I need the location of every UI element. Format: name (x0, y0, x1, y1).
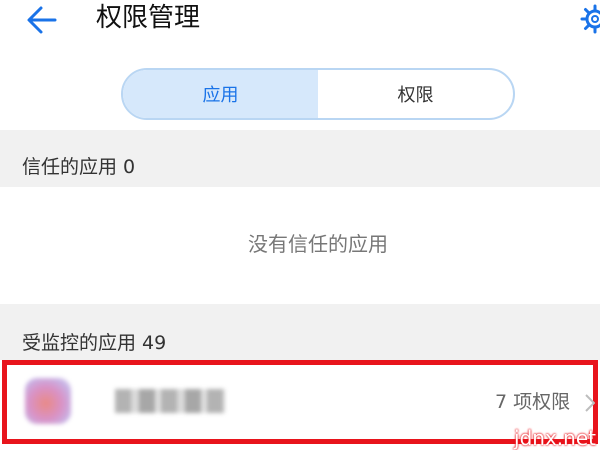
view-segmented-control: 应用 权限 (121, 68, 515, 120)
tab-permissions[interactable]: 权限 (318, 70, 513, 118)
permission-count: 7 项权限 (495, 391, 571, 413)
trusted-apps-label: 信任的应用 0 (22, 156, 136, 178)
app-header: 权限管理 (0, 0, 600, 50)
page-title: 权限管理 (96, 3, 201, 33)
trusted-empty-message: 没有信任的应用 (248, 232, 388, 256)
monitored-section-header: 受监控的应用 49 (0, 304, 600, 360)
chevron-right-icon (583, 389, 595, 417)
trusted-section-header: 信任的应用 0 (0, 135, 600, 187)
monitored-apps-label: 受监控的应用 49 (22, 332, 167, 354)
watermark: jdnx.net (514, 426, 596, 450)
gear-icon (580, 4, 600, 34)
tab-apps[interactable]: 应用 (123, 70, 318, 118)
app-icon (25, 378, 71, 424)
back-button[interactable] (22, 0, 62, 40)
settings-button[interactable] (580, 4, 600, 34)
monitored-app-row[interactable]: 7 项权限 (2, 360, 598, 444)
app-name-blurred (115, 389, 225, 413)
arrow-left-icon (27, 6, 57, 34)
